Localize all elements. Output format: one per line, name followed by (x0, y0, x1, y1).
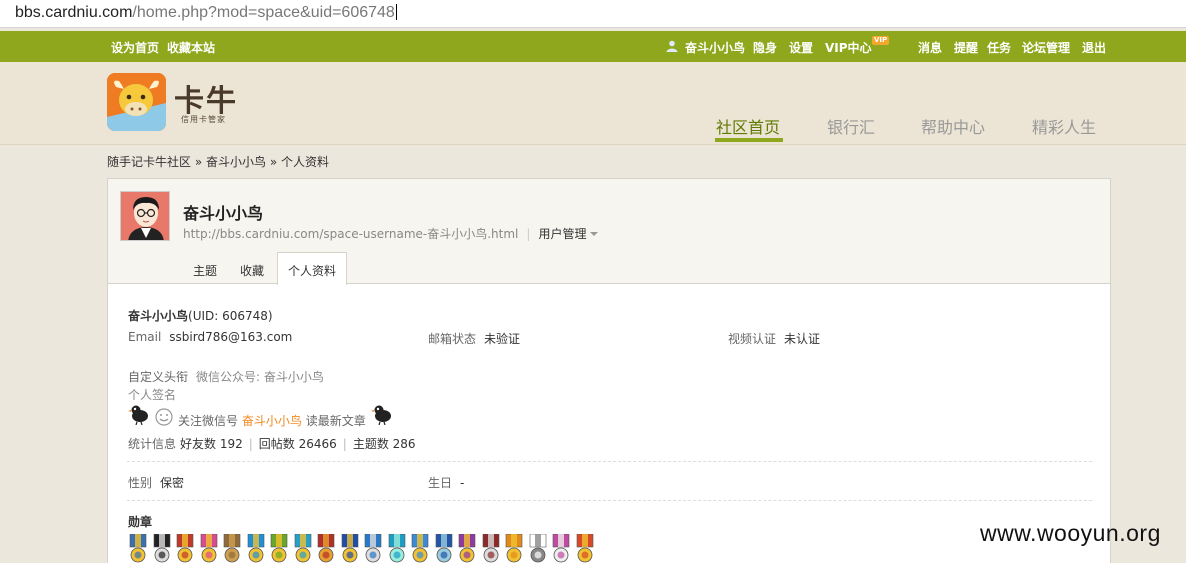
medal-icon[interactable] (504, 534, 524, 563)
active-nav-indicator (715, 138, 783, 142)
watermark: www.wooyun.org (980, 520, 1161, 546)
email-field: Email ssbird786@163.com (128, 330, 293, 344)
divider (127, 461, 1092, 462)
signature-wechat-name[interactable]: 奋斗小小鸟 (242, 414, 302, 428)
top-nav-bar: 设为首页 收藏本站 奋斗小小鸟 隐身 设置 VIP中心 VIP 消息 提醒 任务… (0, 31, 1186, 62)
video-auth-value: 未认证 (784, 332, 821, 346)
medal-icon[interactable] (199, 534, 219, 563)
video-auth-field: 视频认证 未认证 (728, 332, 821, 346)
nav-help-center[interactable]: 帮助中心 (921, 114, 985, 138)
profile-url-line: http://bbs.cardniu.com/space-username-奋斗… (183, 225, 599, 242)
medal-icon[interactable] (575, 534, 595, 563)
medal-icon[interactable] (175, 534, 195, 563)
medal-icon[interactable] (551, 534, 571, 563)
breadcrumb-current: 个人资料 (281, 155, 330, 169)
medal-icon[interactable] (528, 534, 548, 563)
mail-status-value: 未验证 (484, 332, 521, 346)
stealth-link[interactable]: 隐身 (753, 39, 777, 56)
bird-icon (371, 405, 391, 425)
messages-link[interactable]: 消息 (918, 39, 942, 56)
profile-url[interactable]: http://bbs.cardniu.com/space-username-奋斗… (183, 227, 518, 241)
medal-icon[interactable] (222, 534, 242, 563)
birthday-value: - (460, 476, 465, 490)
medal-icon[interactable] (293, 534, 313, 563)
user-management-dropdown[interactable]: 用户管理 (538, 227, 599, 241)
medals-label: 勋章 (128, 515, 153, 529)
friends-count[interactable]: 好友数 192 (180, 437, 243, 451)
medal-icon[interactable] (246, 534, 266, 563)
tasks-link[interactable]: 任务 (987, 39, 1011, 56)
chevron-down-icon (590, 232, 599, 236)
tab-threads[interactable]: 主题 (193, 262, 217, 279)
logo-subtitle: 信用卡管家 (181, 115, 226, 124)
medal-icon[interactable] (434, 534, 454, 563)
medal-icon[interactable] (316, 534, 336, 563)
address-url[interactable]: bbs.cardniu.com/home.php?mod=space&uid=6… (15, 4, 397, 22)
posts-count[interactable]: 回帖数 26466 (259, 437, 337, 451)
email-value: ssbird786@163.com (169, 330, 293, 344)
bird-icon (128, 405, 148, 425)
medal-icon[interactable] (410, 534, 430, 563)
uid-text: (UID: 606748) (188, 309, 273, 323)
address-bar[interactable]: bbs.cardniu.com/home.php?mod=space&uid=6… (0, 0, 1186, 28)
signature-label: 个人签名 (128, 388, 177, 402)
profile-card: 奋斗小小鸟 http://bbs.cardniu.com/space-usern… (107, 178, 1111, 563)
name-uid-line: 奋斗小小鸟(UID: 606748) (128, 307, 273, 324)
profile-header: 奋斗小小鸟 http://bbs.cardniu.com/space-usern… (108, 179, 1110, 285)
divider (127, 500, 1092, 501)
gender-field: 性别 保密 (128, 476, 185, 490)
vip-center-link[interactable]: VIP中心 (825, 39, 872, 56)
breadcrumb: 随手记卡牛社区 » 奋斗小小鸟 » 个人资料 (107, 155, 330, 169)
vip-badge: VIP (872, 36, 890, 45)
custom-title-field: 自定义头衔 微信公众号: 奋斗小小鸟 (128, 370, 324, 384)
medal-icon[interactable] (152, 534, 172, 563)
avatar[interactable] (120, 191, 170, 241)
birthday-field: 生日 - (428, 476, 465, 490)
tab-profile[interactable]: 个人资料 (277, 252, 347, 285)
nav-wonderful-life[interactable]: 精彩人生 (1032, 114, 1096, 138)
custom-title-value: 微信公众号: 奋斗小小鸟 (196, 370, 324, 384)
signature-text: 关注微信号 奋斗小小鸟 读最新文章 (178, 414, 366, 428)
medal-icon[interactable] (269, 534, 289, 563)
breadcrumb-user[interactable]: 奋斗小小鸟 (206, 155, 266, 169)
username-link[interactable]: 奋斗小小鸟 (685, 39, 745, 56)
forum-admin-link[interactable]: 论坛管理 (1022, 39, 1070, 56)
profile-name-bold: 奋斗小小鸟 (128, 309, 189, 323)
tab-favorites[interactable]: 收藏 (240, 262, 264, 279)
nav-bank[interactable]: 银行汇 (827, 114, 875, 138)
medal-icon[interactable] (340, 534, 360, 563)
medal-icon[interactable] (128, 534, 148, 563)
gender-value: 保密 (160, 476, 185, 490)
logout-link[interactable]: 退出 (1082, 39, 1106, 56)
medal-icon[interactable] (363, 534, 383, 563)
medal-icon[interactable] (457, 534, 477, 563)
settings-link[interactable]: 设置 (789, 39, 813, 56)
breadcrumb-root[interactable]: 随手记卡牛社区 (107, 155, 191, 169)
reminders-link[interactable]: 提醒 (954, 39, 978, 56)
smiley-icon (155, 408, 173, 426)
cow-logo-icon[interactable] (107, 73, 166, 131)
medal-list (128, 534, 668, 563)
stats-line: 统计信息 好友数 192 | 回帖数 26466 | 主题数 286 (128, 437, 416, 451)
bookmark-link[interactable]: 收藏本站 (167, 39, 215, 56)
user-icon (666, 40, 678, 52)
medal-icon[interactable] (481, 534, 501, 563)
threads-count[interactable]: 主题数 286 (353, 437, 416, 451)
set-home-link[interactable]: 设为首页 (111, 39, 159, 56)
mail-status-field: 邮箱状态 未验证 (428, 332, 521, 346)
text-cursor (395, 4, 397, 20)
medal-icon[interactable] (387, 534, 407, 563)
site-header: 卡牛 信用卡管家 社区首页 银行汇 帮助中心 精彩人生 (0, 62, 1186, 145)
nav-community-home[interactable]: 社区首页 (716, 114, 780, 138)
profile-username: 奋斗小小鸟 (183, 204, 264, 223)
